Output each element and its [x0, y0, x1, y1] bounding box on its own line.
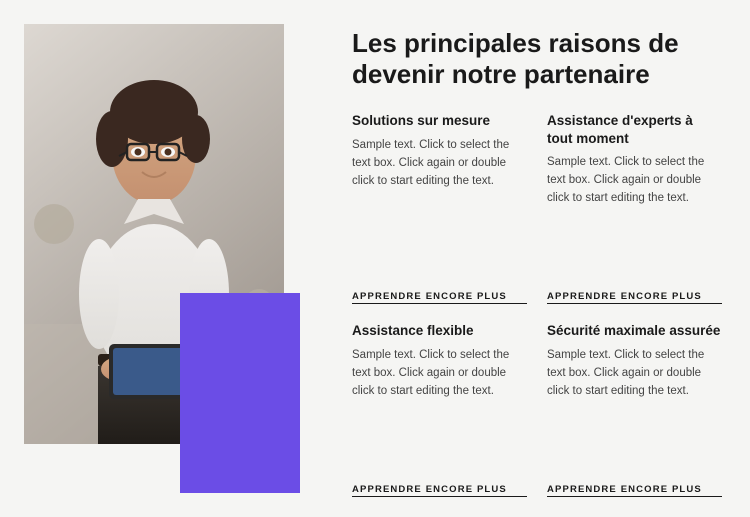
- feature-item-4: Sécurité maximale assurée Sample text. C…: [547, 322, 722, 497]
- feature-2-title: Assistance d'experts à tout moment: [547, 112, 722, 147]
- right-section: Les principales raisons de devenir notre…: [320, 0, 750, 517]
- page-title: Les principales raisons de devenir notre…: [352, 28, 722, 90]
- feature-4-text: Sample text. Click to select the text bo…: [547, 347, 722, 475]
- feature-4-link[interactable]: APPRENDRE ENCORE PLUS: [547, 484, 722, 497]
- feature-item-3: Assistance flexible Sample text. Click t…: [352, 322, 527, 497]
- feature-item-1: Solutions sur mesure Sample text. Click …: [352, 112, 527, 304]
- page-container: Les principales raisons de devenir notre…: [0, 0, 750, 517]
- purple-accent-block: [180, 293, 300, 493]
- feature-3-title: Assistance flexible: [352, 322, 527, 340]
- left-section: [0, 0, 320, 517]
- feature-1-title: Solutions sur mesure: [352, 112, 527, 130]
- feature-1-link[interactable]: APPRENDRE ENCORE PLUS: [352, 291, 527, 304]
- feature-item-2: Assistance d'experts à tout moment Sampl…: [547, 112, 722, 304]
- feature-4-title: Sécurité maximale assurée: [547, 322, 722, 340]
- feature-2-link[interactable]: APPRENDRE ENCORE PLUS: [547, 291, 722, 304]
- feature-2-text: Sample text. Click to select the text bo…: [547, 154, 722, 282]
- feature-3-link[interactable]: APPRENDRE ENCORE PLUS: [352, 484, 527, 497]
- feature-1-text: Sample text. Click to select the text bo…: [352, 137, 527, 283]
- features-grid: Solutions sur mesure Sample text. Click …: [352, 112, 722, 497]
- feature-3-text: Sample text. Click to select the text bo…: [352, 347, 527, 475]
